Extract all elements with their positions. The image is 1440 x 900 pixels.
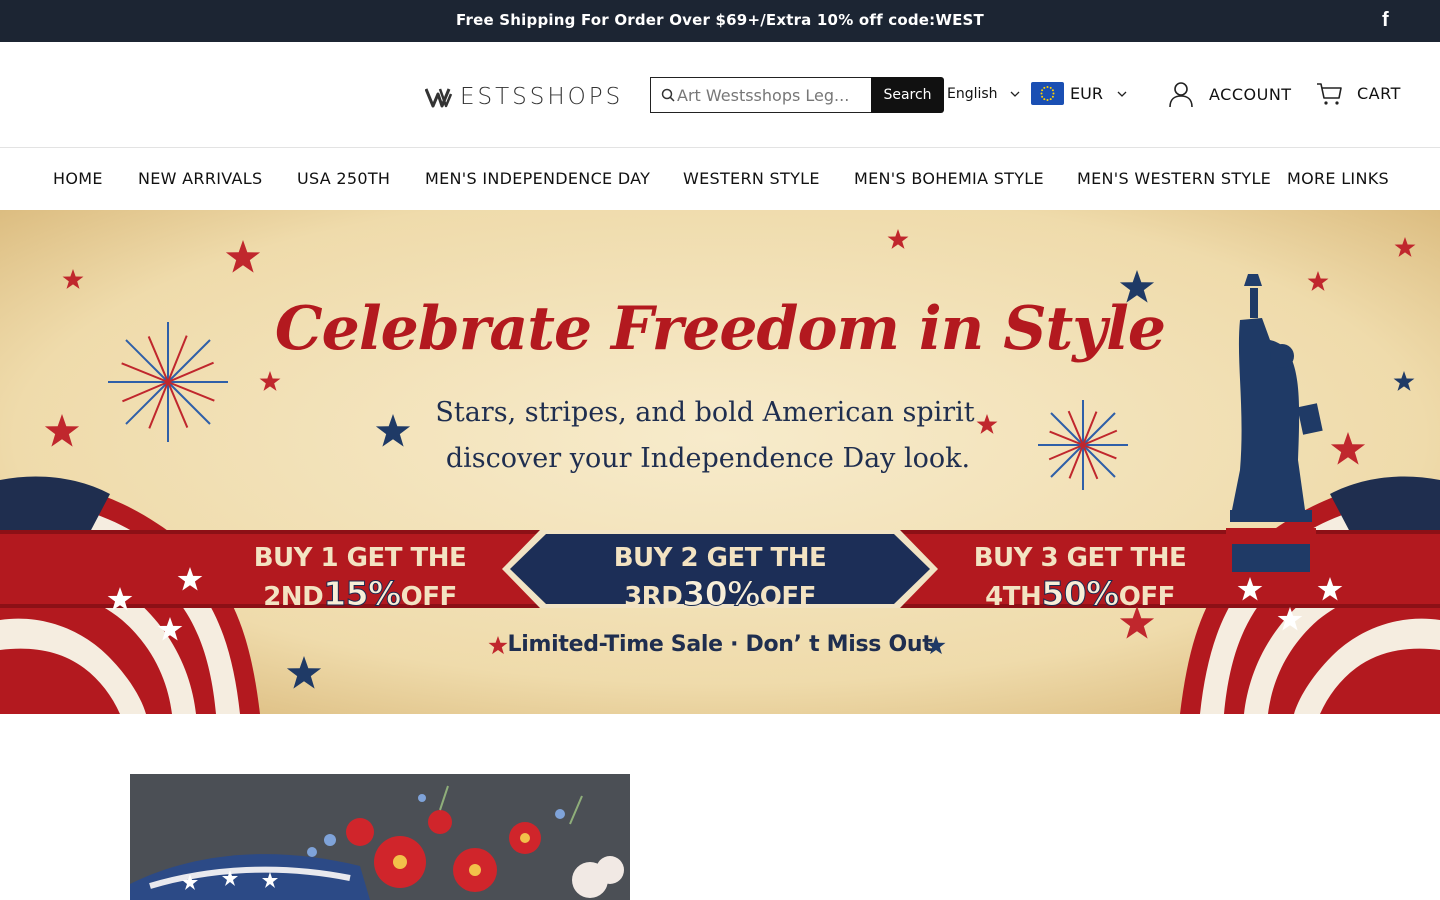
announcement-text: Free Shipping For Order Over $69+/Extra …	[456, 11, 984, 29]
offer-discount: 4TH50%OFF	[985, 574, 1175, 613]
nav-item-home[interactable]: HOME	[53, 169, 103, 188]
offer-discount: 2ND15%OFF	[263, 574, 457, 613]
nav-item-new-arrivals[interactable]: NEW ARRIVALS	[138, 169, 262, 188]
hero-banner[interactable]: Celebrate Freedom in Style Stars, stripe…	[0, 210, 1440, 714]
logo-text: ESTSSHOPS	[460, 84, 624, 110]
main-nav: HOME NEW ARRIVALS USA 250TH MEN'S INDEPE…	[0, 148, 1440, 210]
site-logo[interactable]: ESTSSHOPS	[425, 82, 623, 112]
account-label: ACCOUNT	[1209, 84, 1292, 104]
account-link[interactable]: ACCOUNT	[1167, 80, 1292, 108]
announcement-bar: Free Shipping For Order Over $69+/Extra …	[0, 0, 1440, 42]
nav-item-mens-independence-day[interactable]: MEN'S INDEPENDENCE DAY	[425, 169, 650, 188]
facebook-icon[interactable]: f	[1382, 9, 1396, 33]
nav-item-western-style[interactable]: WESTERN STYLE	[683, 169, 820, 188]
user-icon	[1169, 82, 1193, 108]
nav-item-mens-western-style[interactable]: MEN'S WESTERN STYLE	[1077, 169, 1271, 188]
featured-product-image[interactable]	[130, 774, 630, 900]
offer-buy-1: BUY 1 GET THE 2ND15%OFF	[250, 540, 470, 615]
offer-discount: 3RD30%OFF	[624, 574, 816, 613]
cart-icon	[1317, 83, 1342, 105]
language-label: English	[947, 86, 998, 102]
cart-label: CART	[1357, 84, 1401, 103]
nav-item-more-links[interactable]: MORE LINKS	[1287, 169, 1389, 188]
offer-buy-3: BUY 3 GET THE 4TH50%OFF	[970, 540, 1190, 615]
currency-selector[interactable]: EUR	[1031, 82, 1127, 105]
flower-flag-artwork	[130, 774, 630, 900]
offer-line: BUY 3 GET THE	[973, 543, 1187, 573]
chevron-down-icon	[1117, 91, 1127, 97]
chevron-down-icon	[1010, 91, 1020, 97]
offer-buy-2: BUY 2 GET THE 3RD30%OFF	[610, 540, 830, 615]
search-box	[650, 77, 871, 113]
hero-title: Celebrate Freedom in Style	[274, 294, 1166, 364]
hero-limited-sale: Limited-Time Sale · Don’ t Miss Out	[507, 632, 933, 657]
currency-label: EUR	[1070, 84, 1103, 103]
search-button[interactable]: Search	[871, 77, 944, 113]
cart-link[interactable]: CART	[1316, 80, 1401, 107]
search-input[interactable]	[677, 78, 867, 112]
offer-line: BUY 1 GET THE	[253, 543, 467, 573]
logo-w-mark	[425, 88, 453, 108]
language-selector[interactable]: English	[947, 86, 1020, 102]
hero-subtitle-line-2: discover your Independence Day look.	[445, 443, 971, 474]
site-header: ESTSSHOPS Search English EUR	[0, 42, 1440, 148]
nav-item-mens-bohemia-style[interactable]: MEN'S BOHEMIA STYLE	[854, 169, 1044, 188]
nav-item-usa-250th[interactable]: USA 250TH	[297, 169, 390, 188]
offer-line: BUY 2 GET THE	[613, 543, 827, 573]
search-form: Search	[650, 77, 944, 113]
hero-subtitle-line-1: Stars, stripes, and bold American spirit	[435, 397, 975, 428]
search-icon	[661, 88, 675, 102]
eu-flag-icon	[1031, 82, 1064, 105]
